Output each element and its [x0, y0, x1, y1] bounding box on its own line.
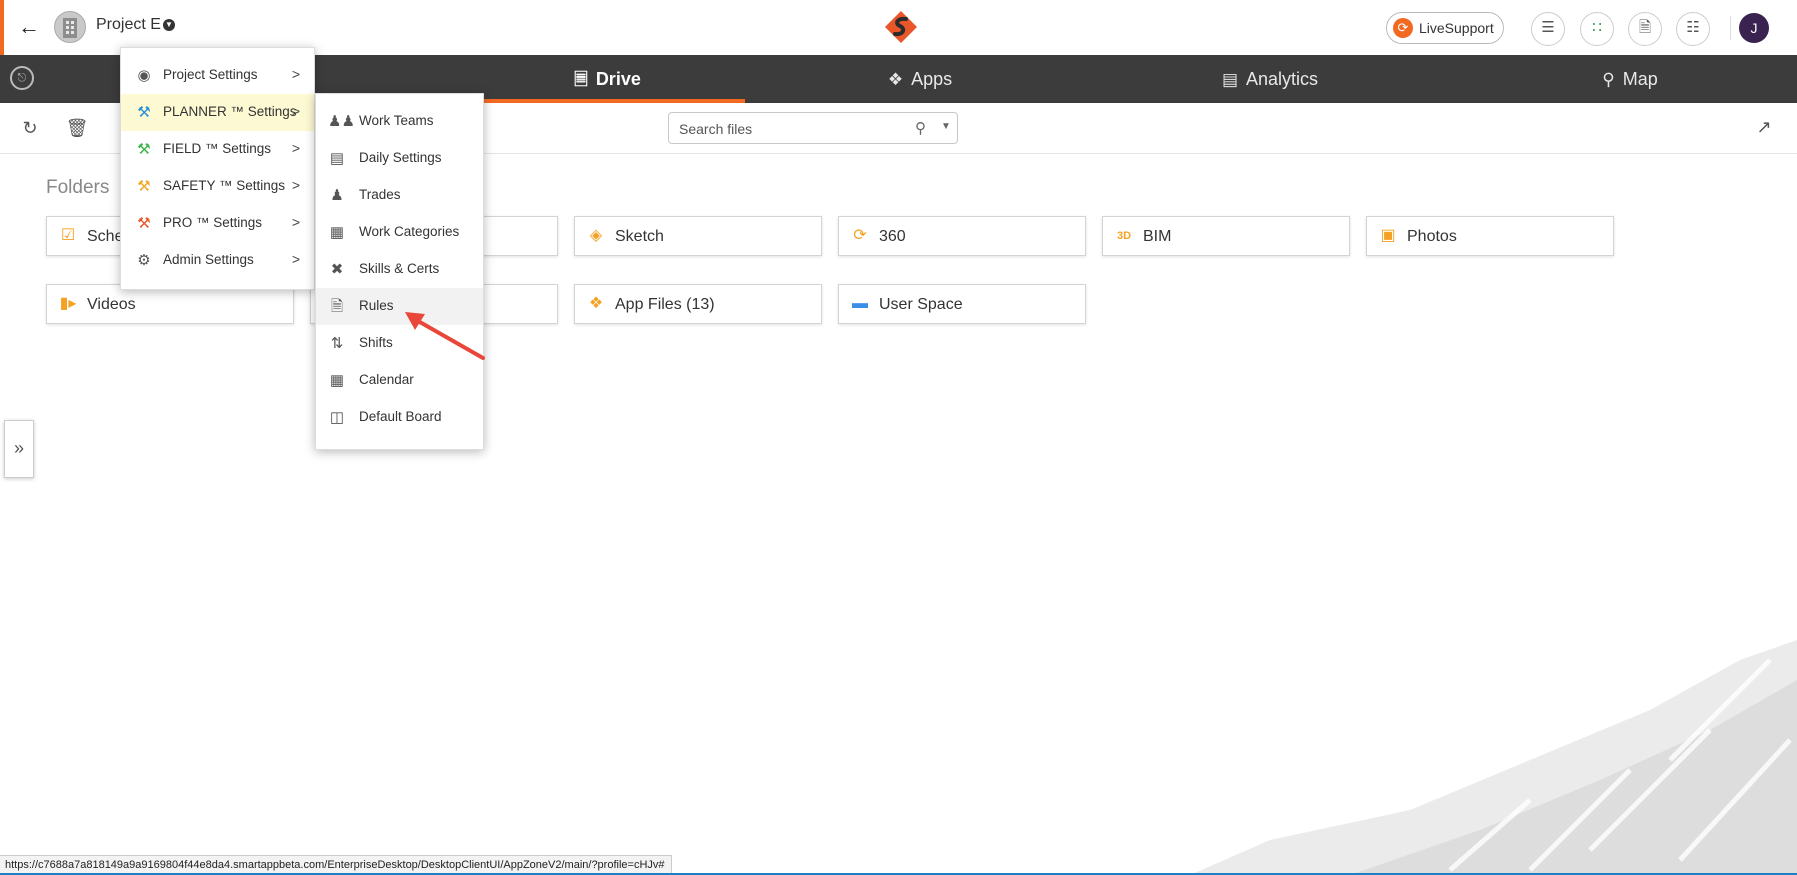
expand-sidebar-button[interactable]: » — [4, 420, 34, 478]
trash-icon[interactable]: 🗑 — [65, 116, 89, 140]
folder-bim[interactable]: 3D BIM — [1102, 216, 1350, 256]
folder-sketch[interactable]: ◈ Sketch — [574, 216, 822, 256]
submenu-item-daily-settings[interactable]: ▤ Daily Settings — [316, 140, 483, 177]
menu-item-safety-settings[interactable]: ⚒ SAFETY ™ Settings > — [121, 168, 314, 205]
sketch-icon: ◈ — [589, 227, 603, 244]
worker-icon: ♟ — [330, 187, 344, 204]
video-icon: ▮▸ — [59, 295, 77, 312]
work-teams-icon: ♟♟ — [328, 113, 355, 130]
folder-app-files[interactable]: ❖ App Files (13) — [574, 284, 822, 324]
shifts-icon: ⇅ — [330, 335, 344, 352]
livesupport-button[interactable]: ⟳ LiveSupport — [1386, 12, 1504, 44]
chevron-right-icon: > — [291, 251, 300, 267]
apps-icon: ❖ — [887, 70, 904, 89]
chevron-right-icon: > — [291, 177, 300, 193]
folders-heading: Folders — [46, 177, 110, 198]
submenu-item-work-teams[interactable]: ♟♟ Work Teams — [316, 103, 483, 140]
livesupport-label: LiveSupport — [1419, 20, 1494, 36]
hammer-icon: ⚒ — [137, 178, 151, 195]
submenu-item-work-categories[interactable]: ▦ Work Categories — [316, 214, 483, 251]
folder-360[interactable]: ⟳ 360 — [838, 216, 1086, 256]
project-dropdown-icon[interactable]: ▼ — [163, 19, 175, 31]
planner-settings-submenu: ♟♟ Work Teams ▤ Daily Settings ♟ Trades … — [315, 93, 484, 450]
hammer-icon: ⚒ — [137, 141, 151, 158]
annotation-arrow — [405, 312, 485, 360]
admin-user-icon: ⚙ — [137, 252, 151, 269]
status-url: https://c7688a7a818149a9a9169804f44e8da4… — [0, 855, 672, 874]
menu-item-project-settings[interactable]: ◉ Project Settings > — [121, 57, 314, 94]
app-files-icon: ❖ — [588, 295, 604, 312]
refresh-icon[interactable]: ↻ — [18, 116, 42, 140]
hammer-icon: ⚒ — [137, 215, 151, 232]
chevron-right-icon: > — [291, 214, 300, 230]
folder-videos[interactable]: ▮▸ Videos — [46, 284, 294, 324]
settings-menu: ◉ Project Settings > ⚒ PLANNER ™ Setting… — [120, 47, 315, 290]
photos-icon: ▣ — [1380, 227, 1396, 244]
user-avatar[interactable]: J — [1739, 13, 1769, 43]
rules-document-icon: 🗎 — [330, 298, 344, 315]
project-building-icon[interactable] — [54, 11, 86, 43]
chevron-down-icon[interactable]: ▼ — [941, 121, 951, 132]
chevron-right-icon: > — [291, 140, 300, 156]
app-logo — [885, 11, 917, 43]
board-icon: ◫ — [329, 409, 345, 426]
list-icon[interactable]: ☰ — [1531, 12, 1565, 46]
camera-icon: ◉ — [137, 67, 151, 84]
categories-icon: ▦ — [329, 224, 345, 241]
calendar-icon: ☑ — [60, 227, 76, 244]
tab-analytics[interactable]: ▤ Analytics — [1150, 55, 1390, 103]
folder-user-space[interactable]: ▬ User Space — [838, 284, 1086, 324]
search-icon[interactable]: ⚲ — [915, 119, 926, 137]
bim-icon: 3D — [1116, 230, 1132, 242]
search-box[interactable]: ⚲ ▼ — [668, 112, 958, 144]
calendar-grid-icon: ▦ — [329, 372, 345, 389]
support-icon: ⟳ — [1393, 18, 1413, 38]
folder-photos[interactable]: ▣ Photos — [1366, 216, 1614, 256]
header-divider — [1730, 16, 1731, 40]
360-icon: ⟳ — [853, 227, 867, 244]
menu-item-planner-settings[interactable]: ⚒ PLANNER ™ Settings > — [121, 94, 314, 131]
search-input[interactable] — [677, 119, 901, 139]
chevron-right-icon: > — [291, 66, 300, 82]
back-arrow-icon[interactable]: ← — [16, 14, 42, 40]
accent-edge — [0, 0, 4, 55]
hammer-icon: ⚒ — [137, 104, 151, 121]
submenu-item-default-board[interactable]: ◫ Default Board — [316, 399, 483, 436]
tab-drive[interactable]: 🗏 Drive — [470, 55, 745, 103]
external-link-icon[interactable]: ↗ — [1753, 116, 1775, 138]
checklist-icon[interactable]: ☷ — [1676, 12, 1710, 46]
network-icon[interactable]: ∷ — [1580, 12, 1614, 46]
daily-settings-icon: ▤ — [329, 150, 345, 167]
project-name[interactable]: Project E — [96, 16, 161, 34]
map-pin-icon: ⚲ — [1602, 70, 1615, 89]
menu-item-admin-settings[interactable]: ⚙ Admin Settings > — [121, 242, 314, 279]
submenu-item-skills-certs[interactable]: ✖ Skills & Certs — [316, 251, 483, 288]
analytics-icon: ▤ — [1221, 70, 1239, 89]
app-zone-icon[interactable]: ⎋ — [10, 66, 34, 90]
user-space-icon: ▬ — [852, 295, 868, 312]
menu-item-pro-settings[interactable]: ⚒ PRO ™ Settings > — [121, 205, 314, 242]
chevron-right-icon: > — [291, 103, 300, 119]
report-icon[interactable]: 🗎 — [1628, 12, 1662, 46]
tools-icon: ✖ — [330, 261, 344, 278]
drive-icon: 🗏 — [574, 70, 588, 89]
submenu-item-trades[interactable]: ♟ Trades — [316, 177, 483, 214]
decorative-texture — [1190, 640, 1797, 875]
menu-item-field-settings[interactable]: ⚒ FIELD ™ Settings > — [121, 131, 314, 168]
tab-map[interactable]: ⚲ Map — [1530, 55, 1730, 103]
tab-apps[interactable]: ❖ Apps — [790, 55, 1050, 103]
